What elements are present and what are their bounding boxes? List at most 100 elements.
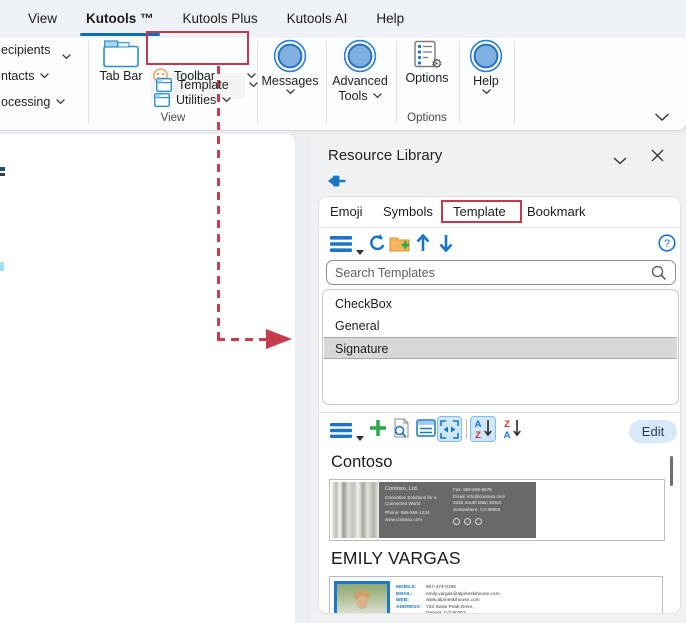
social-icon (453, 518, 460, 525)
annotation-arrow-head (266, 329, 292, 349)
refresh-icon[interactable] (368, 234, 387, 258)
svg-text:A: A (475, 419, 482, 430)
fit-width-icon[interactable] (437, 416, 462, 442)
svg-text:⚙: ⚙ (431, 57, 442, 70)
template-name-contoso: Contoso (331, 453, 393, 471)
options-icon: ⚙ (414, 40, 442, 70)
menu-icon[interactable] (330, 236, 352, 257)
mobile-value: 507-474-0195 (426, 585, 456, 590)
signature-photo (332, 482, 379, 538)
advanced-label: Advanced (332, 74, 388, 88)
list-view-icon[interactable] (416, 418, 436, 443)
email-label: EMAIL: (396, 591, 413, 597)
contacts-button[interactable]: ntacts (1, 69, 50, 83)
resource-library-panel: Resource Library Emoji Symbols Template … (310, 134, 686, 623)
document-canvas[interactable] (0, 134, 295, 623)
contacts-label: ntacts (1, 69, 35, 83)
phone: Phone: 555-555-1234 (385, 510, 430, 515)
template-folder-list: CheckBox General Signature (322, 289, 679, 405)
tab-bar-button[interactable]: Tab Bar (98, 40, 144, 83)
template-card-emily-vargas[interactable]: EMILY VARGAS MOBILE: 507-474-0195 EMAIL:… (329, 576, 663, 614)
new-folder-icon[interactable] (389, 235, 410, 257)
sort-az-icon[interactable]: AZ (470, 416, 496, 442)
menubar: View Kutools ™ Kutools Plus Kutools AI H… (0, 0, 686, 38)
ribbon-collapse-chevron-icon[interactable] (654, 109, 670, 127)
chevron-down-icon (249, 82, 258, 88)
template-tab-highlight-box (441, 200, 522, 223)
tab-help[interactable]: Help (372, 0, 408, 38)
utilities-icon (154, 93, 170, 107)
divider (88, 41, 89, 124)
edit-button[interactable]: Edit (629, 420, 677, 443)
chevron-down-icon (481, 89, 491, 95)
menu-caret-icon[interactable] (356, 428, 364, 446)
help-icon[interactable]: ? (658, 234, 676, 257)
ribbon: ecipients ntacts ocessing Tab Bar Templa… (0, 38, 686, 131)
address-value-2: Denver, CO 80203 (426, 610, 466, 614)
menu-icon[interactable] (330, 423, 352, 443)
email: Email: info@contoso.com (453, 493, 506, 499)
panel-tab-symbols[interactable]: Symbols (383, 197, 433, 226)
search-input[interactable] (335, 265, 651, 280)
chevron-down-icon (40, 73, 50, 79)
splitter[interactable] (297, 134, 308, 623)
divider (514, 41, 515, 124)
advanced-tools-icon (343, 39, 377, 73)
advanced-tools-button[interactable]: Advanced Tools (328, 39, 392, 103)
folder-item-checkbox[interactable]: CheckBox (324, 293, 677, 315)
annotation-arrow-line (217, 66, 220, 339)
company-name: Contoso, Ltd. (385, 486, 419, 492)
template-name-emily-vargas: EMILY VARGAS (331, 548, 461, 568)
divider (319, 227, 680, 228)
add-template-icon[interactable] (369, 419, 387, 442)
tab-view[interactable]: View (24, 0, 61, 38)
search-box (326, 260, 676, 285)
address: Somewhere, CA 98052 (453, 506, 501, 512)
help-label: Help (473, 74, 499, 88)
help-button[interactable]: Help (458, 39, 514, 95)
panel-tab-bookmark[interactable]: Bookmark (527, 197, 586, 226)
template-card-contoso[interactable]: Contoso, Ltd. Innovative Solutions for a… (329, 479, 665, 541)
utilities-label: Utilities (176, 93, 217, 107)
panel-collapse-chevron-icon[interactable] (613, 152, 627, 170)
template-button-content[interactable]: Template (156, 78, 258, 92)
processing-button[interactable]: ocessing (1, 95, 65, 109)
tab-bar-label: Tab Bar (99, 69, 143, 83)
panel-close-icon[interactable] (651, 149, 664, 167)
folder-item-signature[interactable]: Signature (324, 337, 677, 359)
view-group-label: View (160, 112, 186, 124)
move-up-icon[interactable] (416, 233, 430, 257)
divider (326, 41, 327, 124)
options-group-label: Options (407, 112, 447, 124)
pin-icon[interactable] (328, 174, 346, 193)
move-down-icon[interactable] (439, 234, 453, 257)
web-label: WEB: (396, 598, 409, 603)
scrollbar-thumb[interactable] (670, 456, 673, 486)
chevron-down-icon (372, 93, 382, 99)
template-button-highlight-box (146, 31, 249, 65)
annotation-arrow-line (217, 338, 267, 341)
address-label: ADDRESS: (396, 604, 422, 610)
recipients-chevron-down-icon[interactable] (62, 47, 71, 65)
help-icon (469, 39, 503, 73)
search-icon[interactable] (651, 265, 667, 281)
sort-za-icon[interactable]: ZA (499, 416, 525, 442)
tools-label: Tools (338, 89, 368, 103)
preview-icon[interactable] (392, 418, 411, 443)
menu-caret-icon[interactable] (356, 242, 364, 260)
folder-item-general[interactable]: General (324, 315, 677, 337)
divider (466, 419, 467, 439)
website: www.contoso.com (385, 517, 423, 522)
recipients-button[interactable]: ecipients (1, 43, 50, 57)
messages-label: Messages (261, 74, 319, 88)
svg-text:?: ? (664, 238, 670, 250)
tools-row: Tools (338, 89, 382, 103)
svg-text:A: A (504, 430, 511, 440)
tab-kutools-ai[interactable]: Kutools AI (283, 0, 352, 38)
options-button[interactable]: ⚙ Options (398, 40, 456, 85)
panel-tab-emoji[interactable]: Emoji (330, 197, 363, 226)
tab-bar-icon (103, 40, 139, 68)
clipped-content-mark (0, 173, 5, 176)
email-value: emily.vargas@alpineskihouse.com (426, 591, 500, 597)
messages-button[interactable]: Messages (258, 39, 322, 95)
